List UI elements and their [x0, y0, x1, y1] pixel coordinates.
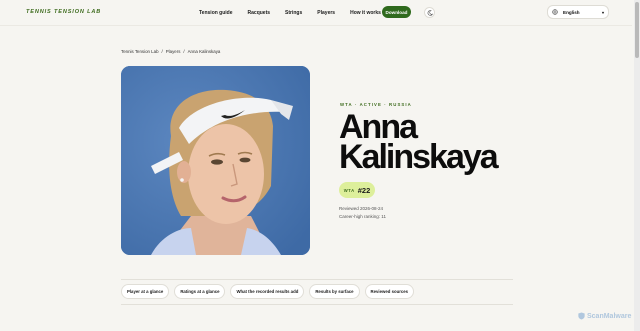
player-meta: WTA · ACTIVE · RUSSIA [340, 102, 412, 107]
shield-icon [578, 312, 585, 320]
tab-recorded-results[interactable]: What the recorded results add [230, 284, 305, 299]
rank-number: #22 [357, 185, 371, 195]
rank-tour-label: WTA [343, 187, 355, 193]
header-divider [0, 25, 632, 26]
section-tabs: Player at a glance Ratings at a glance W… [121, 284, 419, 299]
tabs-divider-bottom [121, 304, 513, 305]
site-logo[interactable]: TENNIS TENSION LAB [26, 9, 101, 15]
nav-racquets[interactable]: Racquets [248, 10, 271, 16]
tabs-divider-top [121, 279, 513, 280]
download-button[interactable]: Download [382, 6, 411, 18]
player-photo [121, 66, 310, 255]
player-name: Anna Kalinskaya [339, 110, 499, 176]
language-label: English [563, 9, 580, 15]
nav-players[interactable]: Players [317, 10, 335, 16]
watermark: ScanMalware [578, 312, 631, 320]
breadcrumb-separator: / [161, 49, 163, 54]
scrollbar-thumb[interactable] [635, 2, 639, 58]
rank-badge: WTA #22 [339, 182, 375, 198]
moon-icon [427, 9, 433, 16]
breadcrumb: Tennis Tension Lab / Players / Anna Kali… [121, 49, 223, 54]
main-nav: Tension guide Racquets Strings Players H… [199, 10, 396, 16]
career-high-ranking: Career-high ranking: 11 [339, 214, 386, 219]
tab-player-at-a-glance[interactable]: Player at a glance [121, 284, 170, 299]
chevron-down-icon: ▾ [601, 10, 604, 15]
globe-icon [552, 9, 558, 15]
breadcrumb-separator: / [183, 49, 185, 54]
reviewed-date: Reviewed 2026-08-24 [339, 206, 384, 211]
tab-reviewed-sources[interactable]: Reviewed sources [364, 284, 415, 299]
top-bar: TENNIS TENSION LAB Tension guide Racquet… [0, 0, 632, 25]
tab-ratings-at-a-glance[interactable]: Ratings at a glance [174, 284, 226, 299]
nav-strings[interactable]: Strings [285, 10, 302, 16]
nav-tension-guide[interactable]: Tension guide [199, 10, 233, 16]
theme-toggle-button[interactable] [424, 7, 435, 18]
breadcrumb-players[interactable]: Players [166, 49, 181, 54]
player-last-name: Kalinskaya [339, 138, 499, 176]
watermark-text: ScanMalware [587, 312, 632, 320]
language-select[interactable]: English ▾ [547, 5, 609, 19]
tab-results-by-surface[interactable]: Results by surface [309, 284, 360, 299]
breadcrumb-current: Anna Kalinskaya [187, 49, 221, 54]
nav-how-it-works[interactable]: How it works [350, 10, 381, 16]
breadcrumb-home[interactable]: Tennis Tension Lab [121, 49, 159, 54]
